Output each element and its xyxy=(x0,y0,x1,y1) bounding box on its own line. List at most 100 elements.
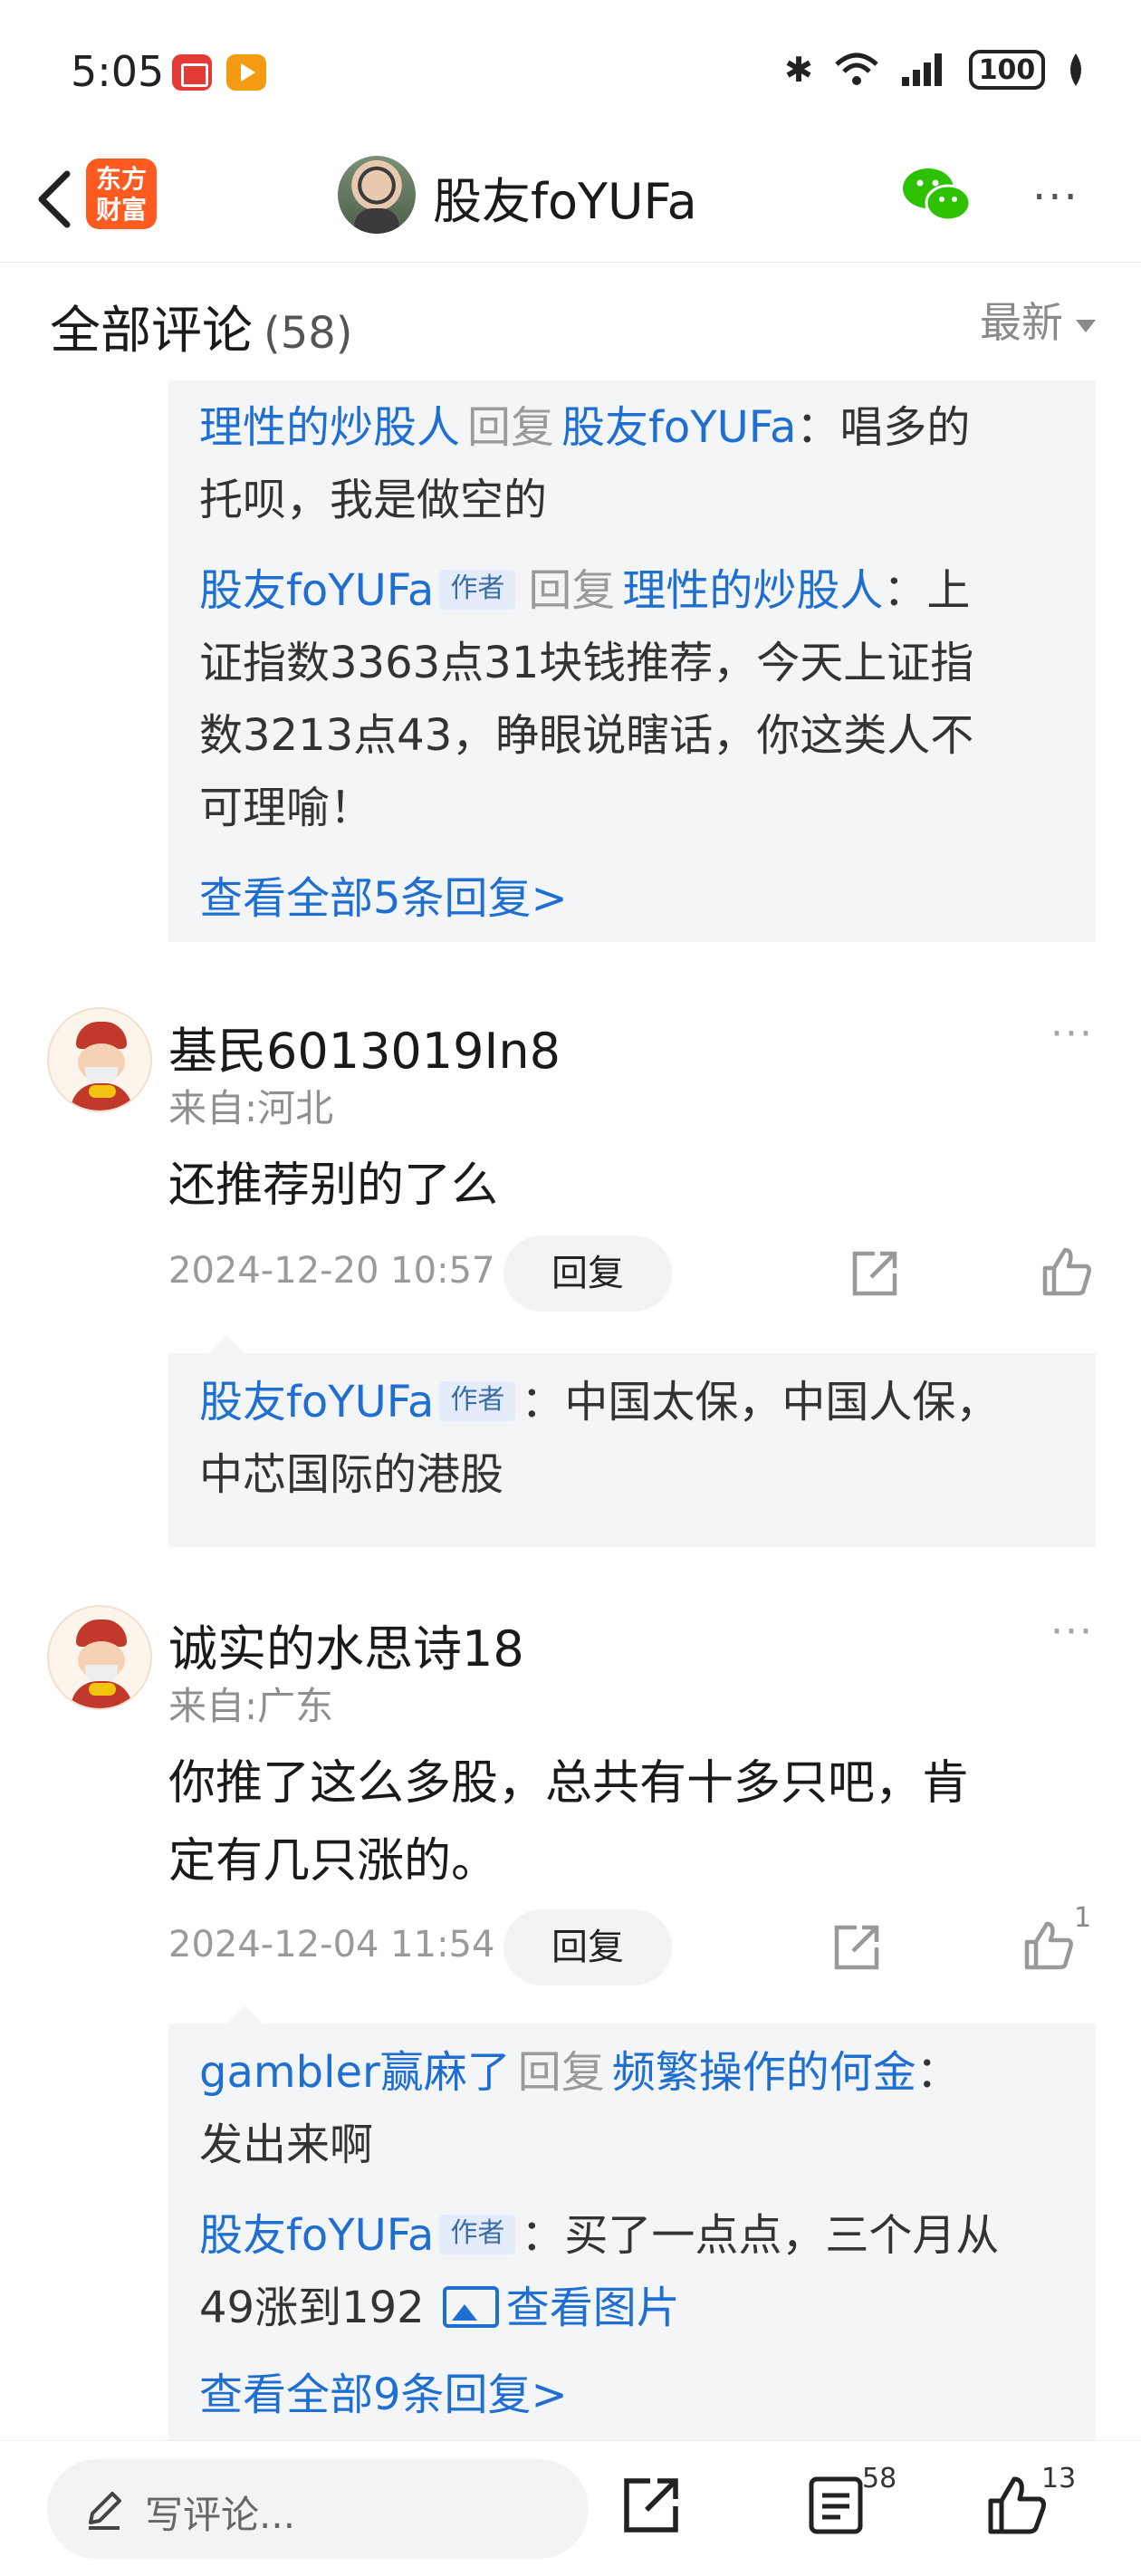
reply-text: 49涨到192 xyxy=(199,2283,425,2333)
author-badge: 作者 xyxy=(439,2215,516,2254)
share-icon[interactable] xyxy=(619,2474,683,2537)
reply-text-line: 49涨到192 查看图片 xyxy=(199,2272,1065,2344)
comment-location: 来自:广东 xyxy=(168,1684,334,1728)
battery-icon: 100 xyxy=(969,50,1045,90)
logo-line1: 东方 xyxy=(95,164,147,194)
view-image-link[interactable]: 查看图片 xyxy=(506,2283,680,2333)
author-badge: 作者 xyxy=(439,570,516,610)
comment-username[interactable]: 基民6013019In8 xyxy=(168,1011,561,1082)
view-all-replies-link[interactable]: 查看全部9条回复> xyxy=(199,2359,1065,2431)
page-title[interactable]: 股友foYUFa xyxy=(433,161,697,233)
image-icon xyxy=(442,2286,499,2328)
reply-text: ：上 xyxy=(883,565,971,616)
comment-timestamp: 2024-12-04 11:54 xyxy=(168,1924,495,1966)
reply-thread: 股友foYUFa 作者 ：中国太保，中国人保， 中芯国际的港股 xyxy=(168,1353,1096,1547)
comments-header: 全部评论 (58) 最新 xyxy=(0,263,1141,380)
wechat-share-icon[interactable] xyxy=(901,163,973,226)
like-icon[interactable] xyxy=(1040,1245,1094,1299)
comment-list-icon[interactable] xyxy=(804,2474,868,2537)
reply-text: ：中国太保，中国人保， xyxy=(521,1377,1000,1427)
like-count: 1 xyxy=(1074,1902,1092,1934)
leaf-icon xyxy=(1070,53,1081,86)
share-icon[interactable] xyxy=(829,1920,884,1975)
status-bar: 5:05 ✱ 100 xyxy=(0,0,1141,136)
comment-meta: 2024-12-04 11:54 回复 1 xyxy=(168,1902,1101,1985)
comment-item: 基民6013019In8 来自:河北 ··· 还推荐别的了么 2024-12-2… xyxy=(0,996,1141,1558)
like-icon[interactable] xyxy=(1021,1918,1076,1973)
reply-target[interactable]: 频繁操作的何金 xyxy=(612,2047,916,2098)
signal-icon xyxy=(902,53,942,86)
reply-word: 回复 xyxy=(528,565,616,616)
comment-count-badge: 58 xyxy=(862,2463,897,2494)
reply-thread: gambler赢麻了 回复 频繁操作的何金： 发出来啊 股友foYUFa 作者 ：买了一… xyxy=(168,2023,1096,2446)
reply-target[interactable]: 理性的炒股人 xyxy=(622,565,883,616)
reply-pointer xyxy=(208,1335,244,1353)
pencil-icon xyxy=(89,2492,121,2530)
reply-username[interactable]: 股友foYUFa xyxy=(199,2210,434,2261)
more-options-icon[interactable]: ··· xyxy=(1032,172,1092,223)
reply-text-line: 托呗，我是做空的 xyxy=(199,475,548,525)
reply-item[interactable]: 理性的炒股人 回复 股友foYUFa：唱多的 xyxy=(199,391,1065,464)
author-avatar[interactable] xyxy=(338,156,416,234)
reply-username[interactable]: 股友foYUFa xyxy=(199,565,434,616)
comment-location: 来自:河北 xyxy=(168,1086,334,1130)
comment-meta: 2024-12-20 10:57 回复 xyxy=(168,1235,1101,1312)
reply-item[interactable]: 股友foYUFa 作者 回复 理性的炒股人：上 xyxy=(199,554,1065,627)
status-icons: ✱ 100 xyxy=(784,47,1087,92)
comments-count: (58) xyxy=(264,308,353,359)
logo-line2: 财富 xyxy=(95,195,147,225)
comment-text-line: 你推了这么多股，总共有十多只吧，肯 xyxy=(168,1756,970,1811)
like-icon[interactable] xyxy=(985,2474,1049,2537)
comments-title-text: 全部评论 xyxy=(50,302,253,360)
share-icon[interactable] xyxy=(848,1246,902,1301)
sort-label: 最新 xyxy=(980,298,1063,347)
comment-text: 你推了这么多股，总共有十多只吧，肯 定有几只涨的。 xyxy=(168,1745,1074,1900)
view-all-replies-link[interactable]: 查看全部5条回复> xyxy=(199,862,1065,935)
reply-word: 回复 xyxy=(517,2047,605,2098)
reply-item[interactable]: 股友foYUFa 作者 ：中国太保，中国人保， xyxy=(199,1366,1065,1438)
like-count-badge: 13 xyxy=(1041,2463,1077,2494)
video-app-notification-icon xyxy=(226,54,266,91)
reply-text-line: 数3213点43，睁眼说瞎话，你这类人不 xyxy=(199,710,974,761)
comment-item: 诚实的水思诗18 来自:广东 ··· 你推了这么多股，总共有十多只吧，肯 定有几… xyxy=(0,1594,1141,2446)
sort-dropdown[interactable]: 最新 xyxy=(980,290,1096,350)
reply-text: ：买了一点点，三个月从 xyxy=(521,2210,1000,2261)
back-arrow-icon[interactable] xyxy=(25,163,89,235)
comment-text: 还推荐别的了么 xyxy=(168,1158,499,1213)
status-time: 5:05 xyxy=(71,47,165,96)
reply-text: ：唱多的 xyxy=(796,402,971,453)
reply-button[interactable]: 回复 xyxy=(503,1909,672,1985)
reply-text: ： xyxy=(916,2047,960,2098)
user-avatar[interactable] xyxy=(47,1007,152,1112)
reply-word: 回复 xyxy=(467,402,555,453)
reply-text-line: 可理喻！ xyxy=(199,783,374,833)
comment-input[interactable]: 写评论... xyxy=(47,2459,589,2559)
comment-timestamp: 2024-12-20 10:57 xyxy=(168,1250,495,1292)
reply-item[interactable]: gambler赢麻了 回复 频繁操作的何金： xyxy=(199,2036,1065,2109)
reply-username[interactable]: 理性的炒股人 xyxy=(199,402,460,453)
reply-username[interactable]: 股友foYUFa xyxy=(199,1377,434,1427)
dropdown-arrow-icon xyxy=(1076,319,1096,332)
comment-text-line: 定有几只涨的。 xyxy=(168,1834,499,1889)
wifi-icon xyxy=(835,53,878,85)
reply-target[interactable]: 股友foYUFa xyxy=(561,402,796,453)
reply-text-line: 发出来啊 xyxy=(199,2119,374,2170)
reply-thread: 理性的炒股人 回复 股友foYUFa：唱多的 托呗，我是做空的 股友foYUFa 作者… xyxy=(168,380,1096,942)
comment-more-icon[interactable]: ··· xyxy=(1050,1011,1094,1057)
author-badge: 作者 xyxy=(439,1381,516,1421)
comment-username[interactable]: 诚实的水思诗18 xyxy=(168,1609,524,1680)
comment-placeholder: 写评论... xyxy=(145,2493,296,2537)
eastmoney-logo[interactable]: 东方 财富 xyxy=(86,159,157,229)
reply-text-line: 中芯国际的港股 xyxy=(199,1449,504,1500)
reply-button[interactable]: 回复 xyxy=(503,1235,672,1312)
comment-more-icon[interactable]: ··· xyxy=(1050,1609,1094,1655)
app-notification-icon xyxy=(172,54,212,91)
bluetooth-icon: ✱ xyxy=(784,50,813,90)
reply-username[interactable]: gambler赢麻了 xyxy=(199,2047,511,2098)
reply-item[interactable]: 股友foYUFa 作者 ：买了一点点，三个月从 xyxy=(199,2199,1065,2272)
top-nav: 东方 财富 股友foYUFa ··· xyxy=(0,136,1141,263)
user-avatar[interactable] xyxy=(47,1605,152,1710)
reply-pointer xyxy=(226,2005,263,2023)
comments-title: 全部评论 (58) xyxy=(50,290,353,363)
bottom-bar: 写评论... 58 13 xyxy=(0,2440,1141,2576)
